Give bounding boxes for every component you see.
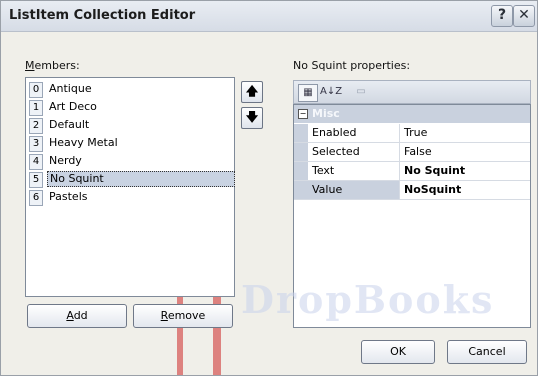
property-value[interactable]: False <box>404 145 526 158</box>
members-label: Members: <box>25 59 80 72</box>
property-pages-icon[interactable]: ▭ <box>352 84 370 100</box>
category-row[interactable]: − Misc <box>294 105 530 123</box>
item-text: Default <box>49 118 90 131</box>
item-text: Antique <box>49 82 92 95</box>
properties-label: No Squint properties: <box>293 59 411 72</box>
list-item[interactable]: 0 Antique <box>26 80 232 98</box>
remove-button[interactable]: Remove <box>133 304 233 328</box>
category-name: Misc <box>312 107 340 120</box>
column-divider <box>399 181 400 199</box>
title-bar: ListItem Collection Editor ? ✕ <box>1 1 537 32</box>
collection-editor-dialog: ListItem Collection Editor ? ✕ Members: … <box>0 0 538 376</box>
item-index: 1 <box>29 100 43 116</box>
list-item[interactable]: 3 Heavy Metal <box>26 134 232 152</box>
row-gutter <box>294 162 308 180</box>
alphabetical-icon[interactable]: A↓Z <box>320 84 342 100</box>
categorized-icon[interactable]: ▦ <box>298 84 318 102</box>
collapse-icon[interactable]: − <box>298 109 308 119</box>
property-name: Text <box>312 164 335 177</box>
column-divider <box>399 143 400 161</box>
item-index: 6 <box>29 190 43 206</box>
ok-button[interactable]: OK <box>361 340 435 364</box>
property-grid-toolbar: ▦ A↓Z ▭ <box>293 80 531 104</box>
item-text: Art Deco <box>49 100 97 113</box>
arrow-up-icon: 🡅 <box>245 84 259 98</box>
property-row-text[interactable]: Text No Squint <box>294 162 530 181</box>
property-name: Enabled <box>312 126 357 139</box>
row-gutter <box>294 143 308 161</box>
item-index: 3 <box>29 136 43 152</box>
help-icon: ? <box>497 7 507 23</box>
list-item[interactable]: 6 Pastels <box>26 188 232 206</box>
move-down-button[interactable]: 🡇 <box>241 107 263 129</box>
item-index: 0 <box>29 82 43 98</box>
property-value[interactable]: NoSquint <box>404 183 526 196</box>
list-item-selected[interactable]: 5 No Squint <box>26 170 235 188</box>
watermark: DropBooks <box>241 277 495 322</box>
column-divider <box>399 162 400 180</box>
row-gutter <box>294 124 308 142</box>
item-index: 2 <box>29 118 43 134</box>
list-item[interactable]: 1 Art Deco <box>26 98 232 116</box>
close-icon: ✕ <box>518 7 530 23</box>
list-item[interactable]: 2 Default <box>26 116 232 134</box>
cancel-button[interactable]: Cancel <box>447 340 527 364</box>
item-text: No Squint <box>47 171 235 187</box>
property-row-enabled[interactable]: Enabled True <box>294 124 530 143</box>
item-index: 5 <box>29 172 43 188</box>
help-button[interactable]: ? <box>491 5 513 27</box>
list-item[interactable]: 4 Nerdy <box>26 152 232 170</box>
members-list[interactable]: 0 Antique 1 Art Deco 2 Default 3 Heavy M… <box>25 77 235 297</box>
property-value[interactable]: No Squint <box>404 164 526 177</box>
move-up-button[interactable]: 🡅 <box>241 81 263 103</box>
column-divider <box>399 124 400 142</box>
item-text: Nerdy <box>49 154 82 167</box>
close-button[interactable]: ✕ <box>513 5 535 27</box>
add-button[interactable]: Add <box>27 304 127 328</box>
property-name: Value <box>312 183 343 196</box>
item-text: Heavy Metal <box>49 136 118 149</box>
row-gutter <box>294 181 308 199</box>
item-index: 4 <box>29 154 43 170</box>
arrow-down-icon: 🡇 <box>245 110 259 124</box>
dialog-title: ListItem Collection Editor <box>9 8 196 23</box>
item-text: Pastels <box>49 190 88 203</box>
property-row-value[interactable]: Value NoSquint <box>294 181 530 200</box>
property-value[interactable]: True <box>404 126 526 139</box>
property-name: Selected <box>312 145 360 158</box>
property-row-selected[interactable]: Selected False <box>294 143 530 162</box>
